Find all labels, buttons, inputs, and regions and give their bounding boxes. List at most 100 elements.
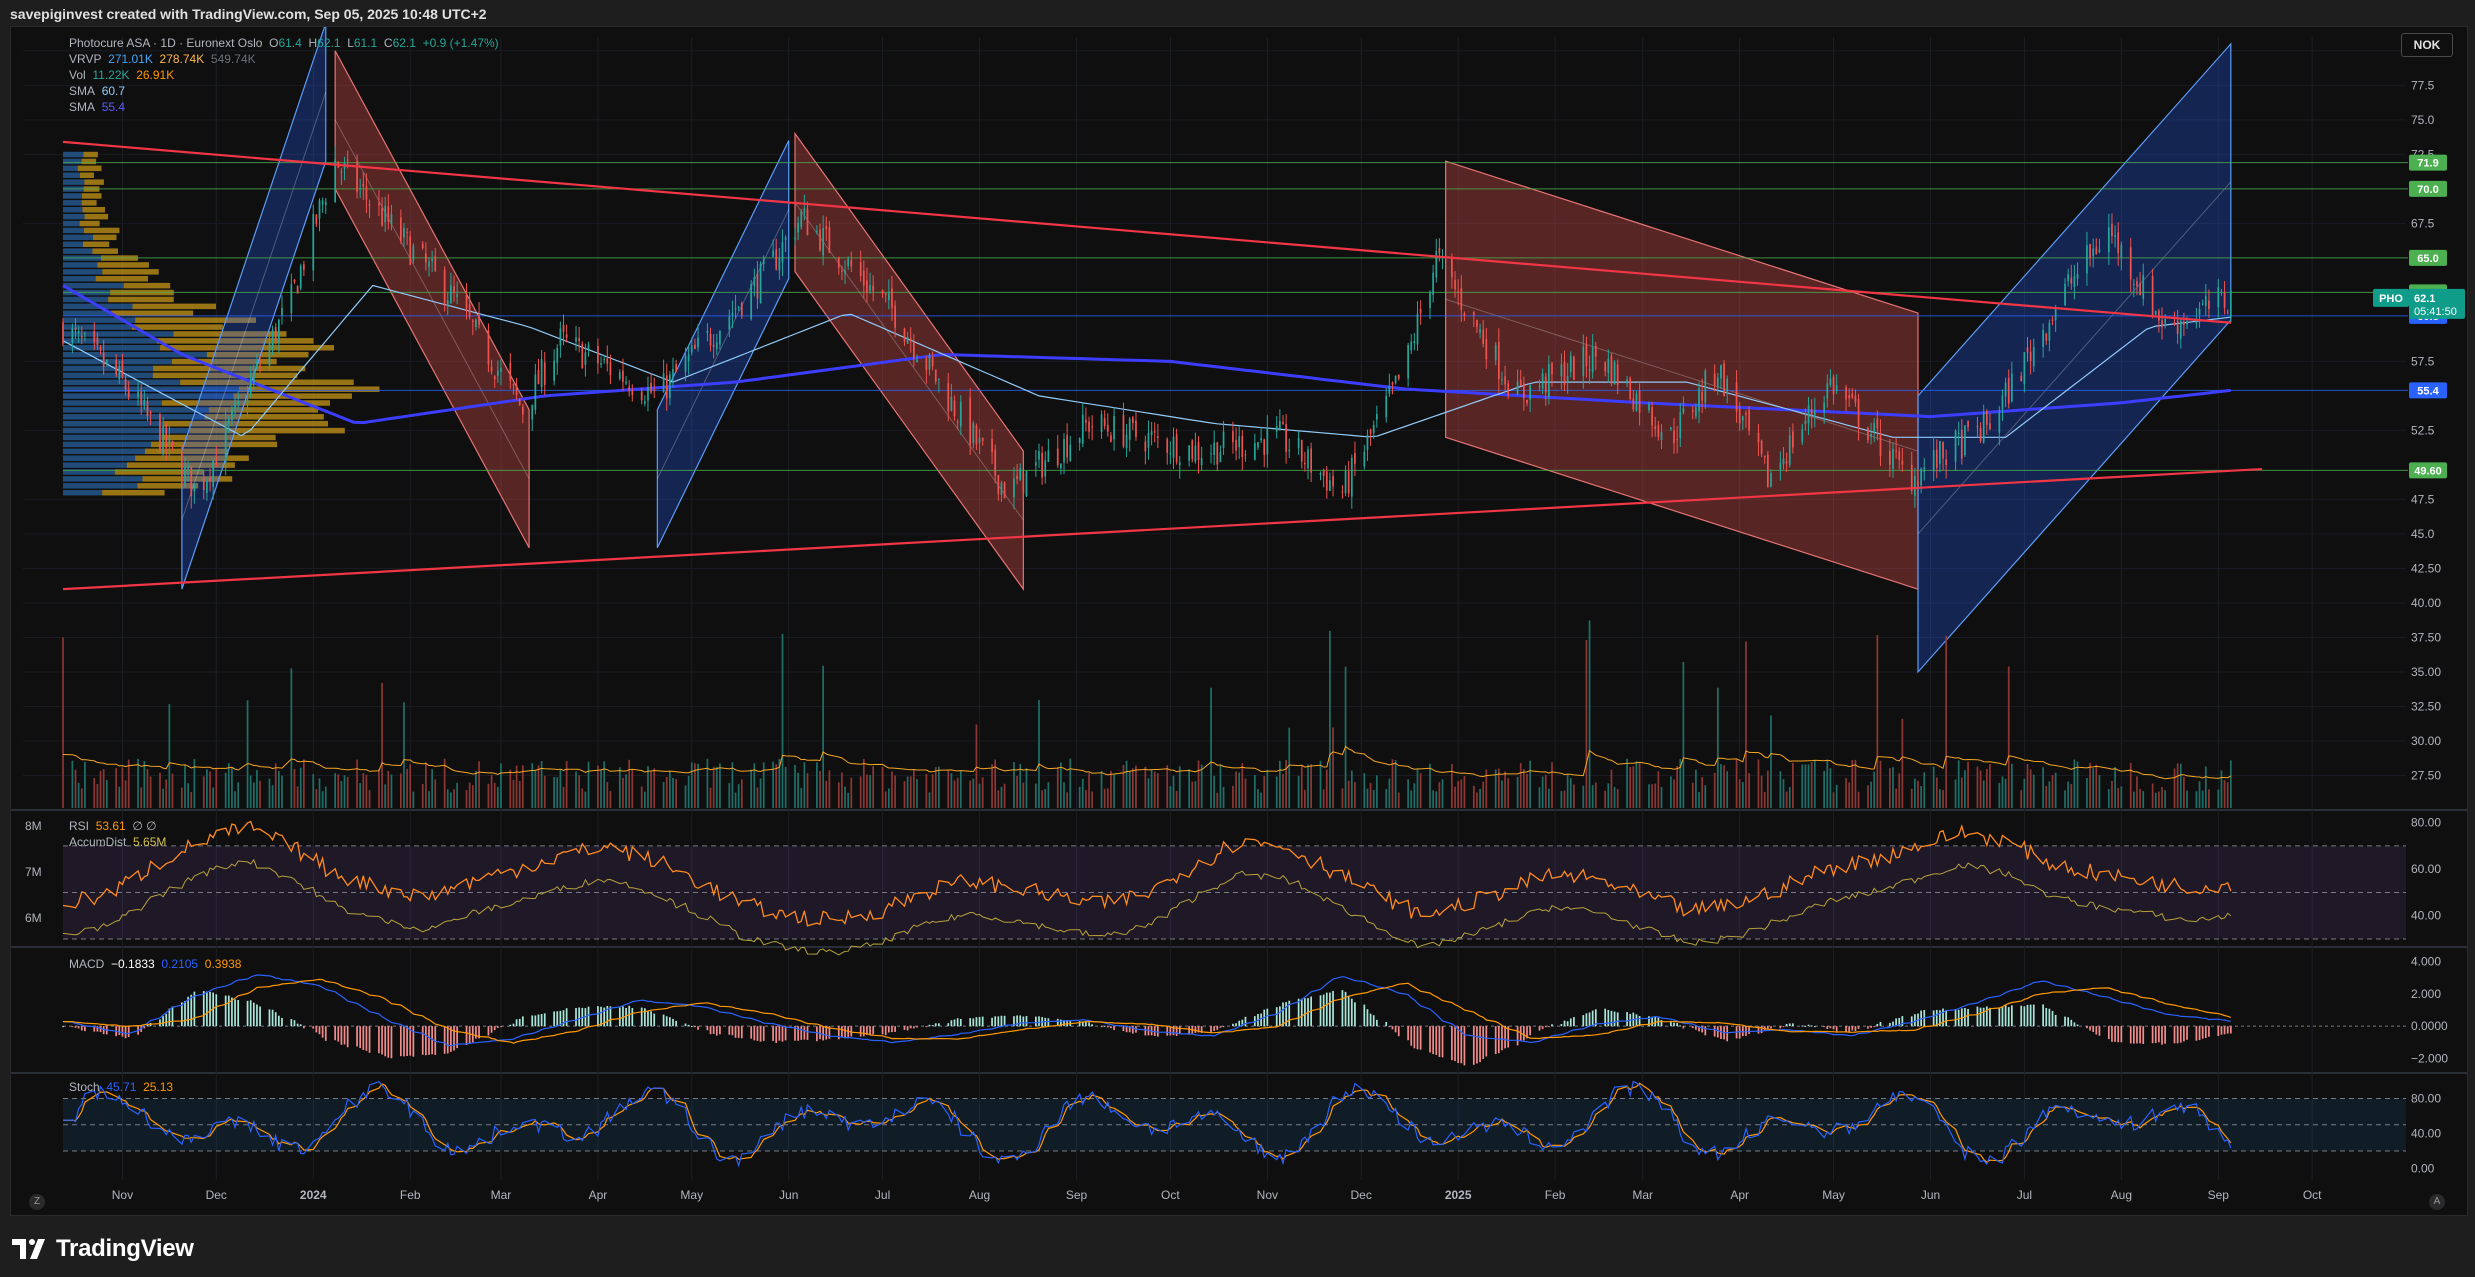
candle-body xyxy=(844,270,846,274)
macd-histogram-bar xyxy=(1122,1026,1125,1032)
macd-histogram-bar xyxy=(784,1026,787,1041)
macd-histogram-bar xyxy=(359,1026,362,1049)
macd-histogram-bar xyxy=(994,1016,997,1027)
macd-histogram-bar xyxy=(1741,1026,1744,1037)
candle-body xyxy=(1476,320,1478,328)
chart-canvas[interactable]: Nov Dec 2024 Feb Mar Apr May Jun Jul Aug Sep Oct Nov… xyxy=(11,27,2467,1215)
candle-body xyxy=(2064,283,2066,306)
macd-histogram-bar xyxy=(1322,994,1325,1027)
currency-button[interactable]: NOK xyxy=(2401,33,2453,57)
volume-bar xyxy=(1741,782,1744,808)
macd-tick-label: 2.000 xyxy=(2411,987,2441,1001)
volume-bar xyxy=(206,769,208,808)
volume-bar xyxy=(903,781,906,808)
candle-body xyxy=(312,213,315,271)
volume-bar xyxy=(631,768,634,808)
candle-body xyxy=(184,466,186,484)
candle-body xyxy=(2161,320,2163,328)
volume-profile-bar-up xyxy=(63,489,103,496)
candle-body xyxy=(1135,420,1137,438)
volume-bar xyxy=(159,772,161,808)
candle-body xyxy=(816,231,818,233)
volume-bar xyxy=(1792,762,1794,808)
volume-bar xyxy=(803,762,806,808)
vrvp-legend[interactable]: VRVP 271.01K 278.74K 549.74K xyxy=(69,52,256,66)
volume-bar xyxy=(493,782,496,808)
stoch-legend[interactable]: Stoch 45.71 25.13 xyxy=(69,1080,173,1094)
high-label: H xyxy=(308,36,318,50)
tradingview-logo[interactable]: TradingView xyxy=(12,1235,194,1263)
macd-histogram-bar xyxy=(1857,1026,1860,1029)
rsi-tick-label: 80.00 xyxy=(2411,816,2441,830)
candle-body xyxy=(972,423,975,443)
macd-histogram-bar xyxy=(1494,1026,1497,1055)
candle-body xyxy=(1113,415,1115,440)
sma-slow-legend[interactable]: SMA 55.4 xyxy=(69,100,125,114)
volume-bar xyxy=(1804,764,1807,808)
volume-bar xyxy=(1585,640,1588,808)
candle-body xyxy=(1788,435,1791,465)
stoch-tick-label: 80.00 xyxy=(2411,1092,2441,1106)
candle-body xyxy=(1895,450,1897,452)
volume-bar xyxy=(1832,792,1835,808)
macd-histogram-bar xyxy=(1113,1026,1115,1030)
volume-bar xyxy=(1194,781,1197,808)
volume-bar xyxy=(2073,759,2076,808)
macd-histogram-bar xyxy=(1110,1026,1112,1029)
candle-body xyxy=(518,398,521,405)
volume-bar xyxy=(734,792,737,808)
volume-bar xyxy=(71,760,74,808)
macd-histogram-bar xyxy=(487,1026,490,1036)
candle-body xyxy=(1792,431,1794,448)
macd-histogram-bar xyxy=(1548,1026,1550,1028)
price-tick-label: 27.50 xyxy=(2411,768,2441,782)
accdist-legend[interactable]: AccumDist 5.65M xyxy=(69,835,166,849)
candle-body xyxy=(2136,281,2138,287)
candle-body xyxy=(562,324,565,332)
macd-histogram-bar xyxy=(362,1026,365,1050)
candle-body xyxy=(456,294,459,298)
volume-bar xyxy=(597,765,599,808)
macd-histogram-bar xyxy=(1282,1002,1284,1027)
zoom-reset-button[interactable]: Z xyxy=(29,1194,45,1210)
candle-body xyxy=(1835,385,1838,392)
rsi-legend[interactable]: RSI 53.61 ∅ ∅ xyxy=(69,819,157,833)
volume-bar xyxy=(684,785,687,808)
sma-fast-legend[interactable]: SMA 60.7 xyxy=(69,84,125,98)
candle-body xyxy=(368,204,371,206)
candle-body xyxy=(215,458,218,467)
macd-histogram-bar xyxy=(2004,1005,2007,1027)
volume-bar xyxy=(762,762,765,808)
macd-histogram-bar xyxy=(841,1026,843,1038)
volume-bar xyxy=(290,668,293,808)
volume-bar xyxy=(1701,777,1704,808)
date-tick-label: Jun xyxy=(1921,1188,1940,1202)
volume-bar xyxy=(969,780,972,808)
candle-body xyxy=(759,263,762,304)
volume-profile-bar-up xyxy=(63,165,78,172)
volume-profile-bar-up xyxy=(63,158,82,165)
candle-body xyxy=(2154,310,2157,315)
macd-legend[interactable]: MACD −0.1833 0.2105 0.3938 xyxy=(69,957,241,971)
volume-legend[interactable]: Vol 11.22K 26.91K xyxy=(69,68,174,82)
candle-body xyxy=(1879,432,1882,457)
candle-body xyxy=(797,222,799,233)
volume-bar xyxy=(1438,782,1441,808)
candle-body xyxy=(1385,395,1388,418)
volume-bar xyxy=(1257,789,1259,808)
volume-bar xyxy=(1745,641,1747,808)
macd-histogram-bar xyxy=(1654,1016,1657,1027)
volume-bar xyxy=(343,775,346,808)
volume-bar xyxy=(1285,760,1287,808)
volume-bar xyxy=(1113,774,1115,808)
volume-bar xyxy=(428,791,430,808)
auto-scale-button[interactable]: A xyxy=(2429,1194,2445,1210)
volume-bar xyxy=(77,782,80,808)
volume-bar xyxy=(1923,772,1926,808)
macd-histogram-bar xyxy=(1278,1006,1281,1027)
candle-body xyxy=(537,369,540,385)
volume-bar xyxy=(1544,774,1547,808)
macd-histogram-bar xyxy=(734,1026,737,1038)
chart-frame[interactable]: Nov Dec 2024 Feb Mar Apr May Jun Jul Aug Sep Oct Nov… xyxy=(10,26,2468,1216)
macd-histogram-bar xyxy=(850,1026,853,1037)
